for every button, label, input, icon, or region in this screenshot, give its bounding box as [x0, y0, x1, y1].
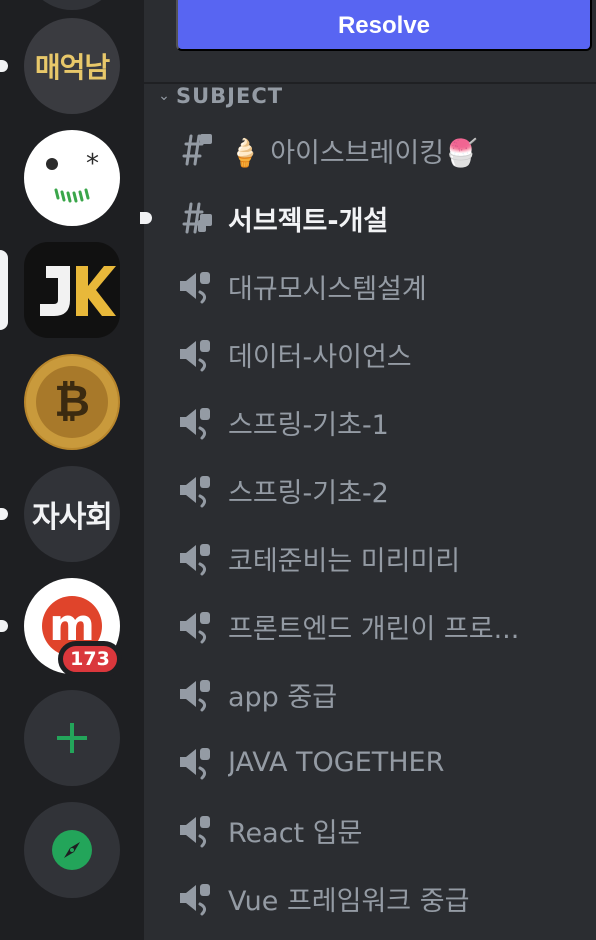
channel-name: 스프링-기초-2 — [228, 477, 389, 509]
server-icon-jasahoe[interactable]: 자사회 — [24, 466, 120, 562]
locked-voice-channel-icon — [180, 408, 210, 440]
channel-item[interactable]: 데이터-사이언스 — [176, 326, 588, 382]
server-unread-pill — [0, 60, 8, 72]
channel-name: JAVA TOGETHER — [228, 746, 445, 778]
add-server-button[interactable] — [24, 690, 120, 786]
category-subject[interactable]: ⌄ SUBJECT — [152, 84, 283, 108]
plus-icon — [57, 723, 87, 753]
channel-item[interactable]: 스프링-기초-1 — [176, 394, 588, 450]
channel-item[interactable]: 서브젝트-개설 — [176, 190, 588, 246]
locked-text-channel-icon — [182, 134, 212, 166]
channel-name: 서브젝트-개설 — [228, 205, 389, 237]
channel-name: 🍦 아이스브레이킹🍧 — [228, 137, 478, 169]
category-label: SUBJECT — [176, 84, 284, 108]
locked-voice-channel-icon — [180, 748, 210, 780]
server-icon-bitcoin[interactable]: ₿ — [24, 354, 120, 450]
locked-voice-channel-icon — [180, 544, 210, 576]
locked-voice-channel-icon — [180, 816, 210, 848]
channel-item[interactable]: Vue 프레임워크 중급 — [176, 870, 588, 926]
server-icon-jk[interactable] — [24, 242, 120, 338]
chevron-down-icon: ⌄ — [158, 88, 170, 104]
locked-voice-channel-icon — [180, 340, 210, 372]
channel-name: React 입문 — [228, 817, 363, 849]
explore-servers-button[interactable] — [24, 802, 120, 898]
channel-item[interactable]: 코테준비는 미리미리 — [176, 530, 588, 586]
channel-name: app 중급 — [228, 681, 338, 713]
server-unread-pill — [0, 508, 8, 520]
channel-name: 대규모시스템설계 — [228, 273, 427, 305]
jk-logo-icon — [40, 266, 116, 316]
channel-item[interactable]: JAVA TOGETHER — [176, 734, 588, 790]
locked-voice-channel-icon — [180, 272, 210, 304]
channel-item[interactable]: 프론트엔드 개린이 프로... — [176, 598, 588, 654]
channel-unread-dot — [140, 212, 152, 224]
channel-item[interactable]: 대규모시스템설계 — [176, 258, 588, 314]
svg-text:*: * — [86, 149, 99, 179]
server-label: 자사회 — [32, 500, 113, 535]
server-icon-face[interactable]: * — [24, 130, 120, 226]
channel-name: Vue 프레임워크 중급 — [228, 885, 470, 917]
channel-name: 데이터-사이언스 — [228, 341, 412, 373]
bitcoin-icon: ₿ — [26, 356, 118, 448]
resolve-button[interactable]: Resolve — [176, 0, 592, 51]
locked-voice-channel-icon — [180, 476, 210, 508]
channel-item[interactable]: React 입문 — [176, 802, 588, 858]
channel-item[interactable]: app 중급 — [176, 666, 588, 722]
server-icon-top-partial[interactable] — [24, 0, 120, 10]
channel-name: 프론트엔드 개린이 프로... — [228, 613, 520, 645]
channel-item[interactable]: 스프링-기초-2 — [176, 462, 588, 518]
locked-text-channel-icon — [182, 202, 212, 234]
compass-icon — [52, 830, 92, 870]
server-label: 매억남 — [34, 51, 110, 84]
locked-voice-channel-icon — [180, 884, 210, 916]
channel-item[interactable]: 🍦 아이스브레이킹🍧 — [176, 122, 588, 178]
channel-name: 코테준비는 미리미리 — [228, 545, 461, 577]
face-icon: * — [46, 149, 99, 203]
server-unread-pill — [0, 620, 8, 632]
locked-voice-channel-icon — [180, 612, 210, 644]
svg-text:₿: ₿ — [54, 376, 90, 427]
channel-list: Resolve ⌄ SUBJECT 🍦 아이스브레이킹🍧 서브젝트-개설 대규모… — [140, 0, 596, 940]
mention-count-badge: 173 — [58, 641, 122, 677]
server-icon-maeoknam[interactable]: 매억남 — [24, 18, 120, 114]
locked-voice-channel-icon — [180, 680, 210, 712]
server-rail: 매억남 * ₿ 자사회 m 173 — [0, 0, 144, 940]
channel-name: 스프링-기초-1 — [228, 409, 389, 441]
server-selected-pill — [0, 250, 8, 330]
